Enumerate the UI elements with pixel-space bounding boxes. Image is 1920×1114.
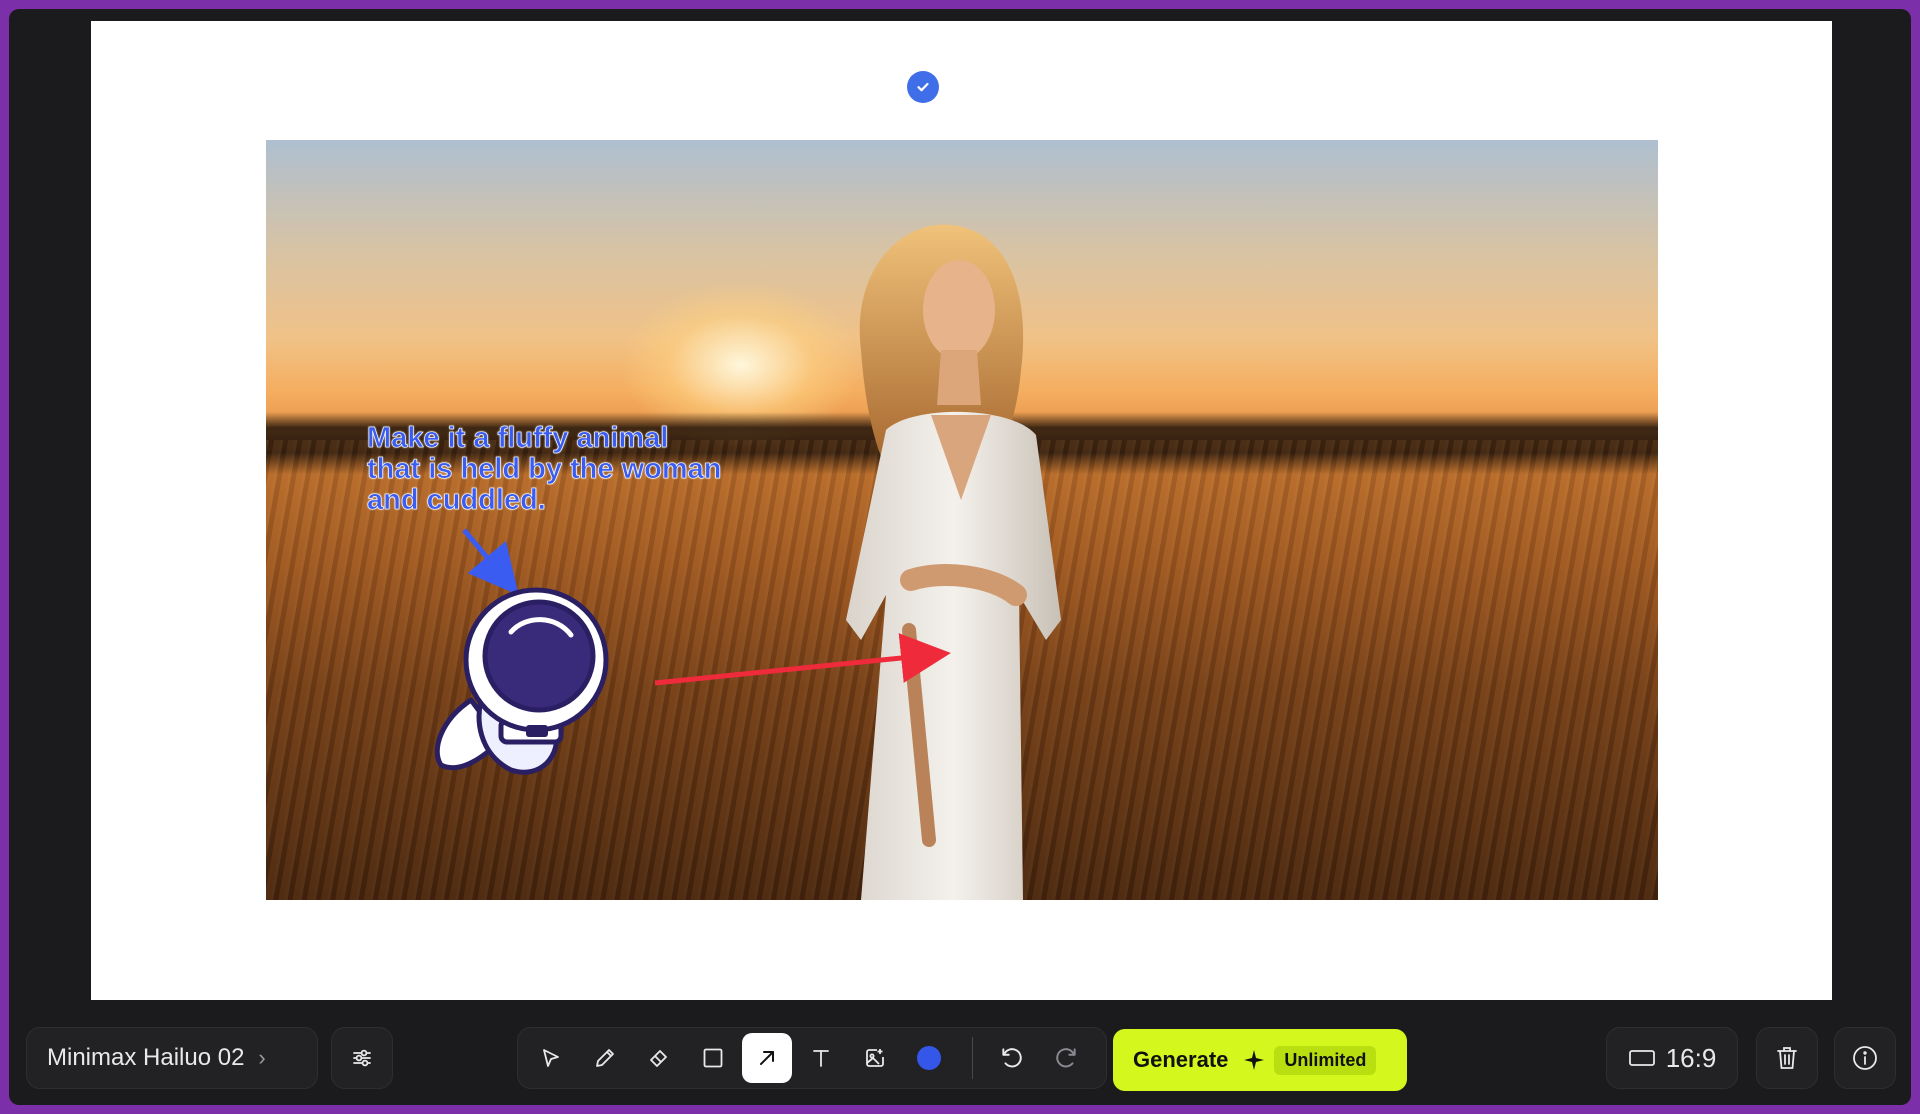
- square-icon: [703, 1048, 723, 1068]
- red-arrow[interactable]: [654, 633, 951, 686]
- drawing-tools: [517, 1027, 1107, 1089]
- info-button[interactable]: [1834, 1027, 1896, 1089]
- model-name: Minimax Hailuo 02: [47, 1044, 245, 1071]
- color-swatch: [917, 1046, 941, 1070]
- editor-app: Make it a fluffy animal that is held by …: [9, 9, 1911, 1105]
- cursor-icon: [543, 1049, 559, 1067]
- bottom-toolbar: Minimax Hailuo 02 › Generate Unlimited 1…: [9, 1019, 1911, 1095]
- image-plus-icon: [866, 1049, 884, 1067]
- blue-arrow[interactable]: [462, 528, 519, 596]
- redo-icon: [1056, 1048, 1076, 1068]
- canvas-board[interactable]: Make it a fluffy animal that is held by …: [91, 21, 1832, 1000]
- model-selector[interactable]: Minimax Hailuo 02 ›: [26, 1027, 318, 1089]
- arrow-tool[interactable]: [742, 1033, 792, 1083]
- undo-icon: [1002, 1048, 1022, 1068]
- trash-icon: [1777, 1047, 1797, 1069]
- text-icon: [813, 1050, 829, 1067]
- image-tool[interactable]: [850, 1033, 900, 1083]
- color-picker[interactable]: [904, 1033, 954, 1083]
- select-tool[interactable]: [526, 1033, 576, 1083]
- canvas-image[interactable]: Make it a fluffy animal that is held by …: [266, 140, 1658, 900]
- delete-button[interactable]: [1756, 1027, 1818, 1089]
- aspect-ratio-value: 16:9: [1665, 1042, 1717, 1073]
- eraser-icon: [650, 1050, 667, 1067]
- astronaut-sticker[interactable]: [431, 580, 616, 785]
- generate-button[interactable]: Generate Unlimited: [1113, 1029, 1407, 1091]
- settings-button[interactable]: [331, 1027, 393, 1089]
- pencil-tool[interactable]: [580, 1033, 630, 1083]
- text-tool[interactable]: [796, 1033, 846, 1083]
- unlimited-badge: Unlimited: [1274, 1045, 1377, 1075]
- toolbar-divider: [972, 1037, 973, 1079]
- chevron-right-icon: ›: [258, 1045, 266, 1070]
- info-icon: [1853, 1046, 1877, 1070]
- arrow-up-right-icon: [760, 1051, 774, 1065]
- rectangle-tool[interactable]: [688, 1033, 738, 1083]
- check-circle-icon[interactable]: [907, 71, 939, 103]
- eraser-tool[interactable]: [634, 1033, 684, 1083]
- sparkle-icon: [1244, 1050, 1265, 1070]
- generate-label: Generate: [1133, 1047, 1229, 1072]
- undo-button[interactable]: [987, 1033, 1037, 1083]
- redo-button[interactable]: [1041, 1033, 1091, 1083]
- sliders-icon: [353, 1049, 371, 1067]
- pencil-icon: [596, 1049, 614, 1067]
- annotation-arrows: [462, 528, 951, 686]
- aspect-ratio-button[interactable]: 16:9: [1606, 1027, 1738, 1089]
- aspect-ratio-icon: [1628, 1050, 1655, 1066]
